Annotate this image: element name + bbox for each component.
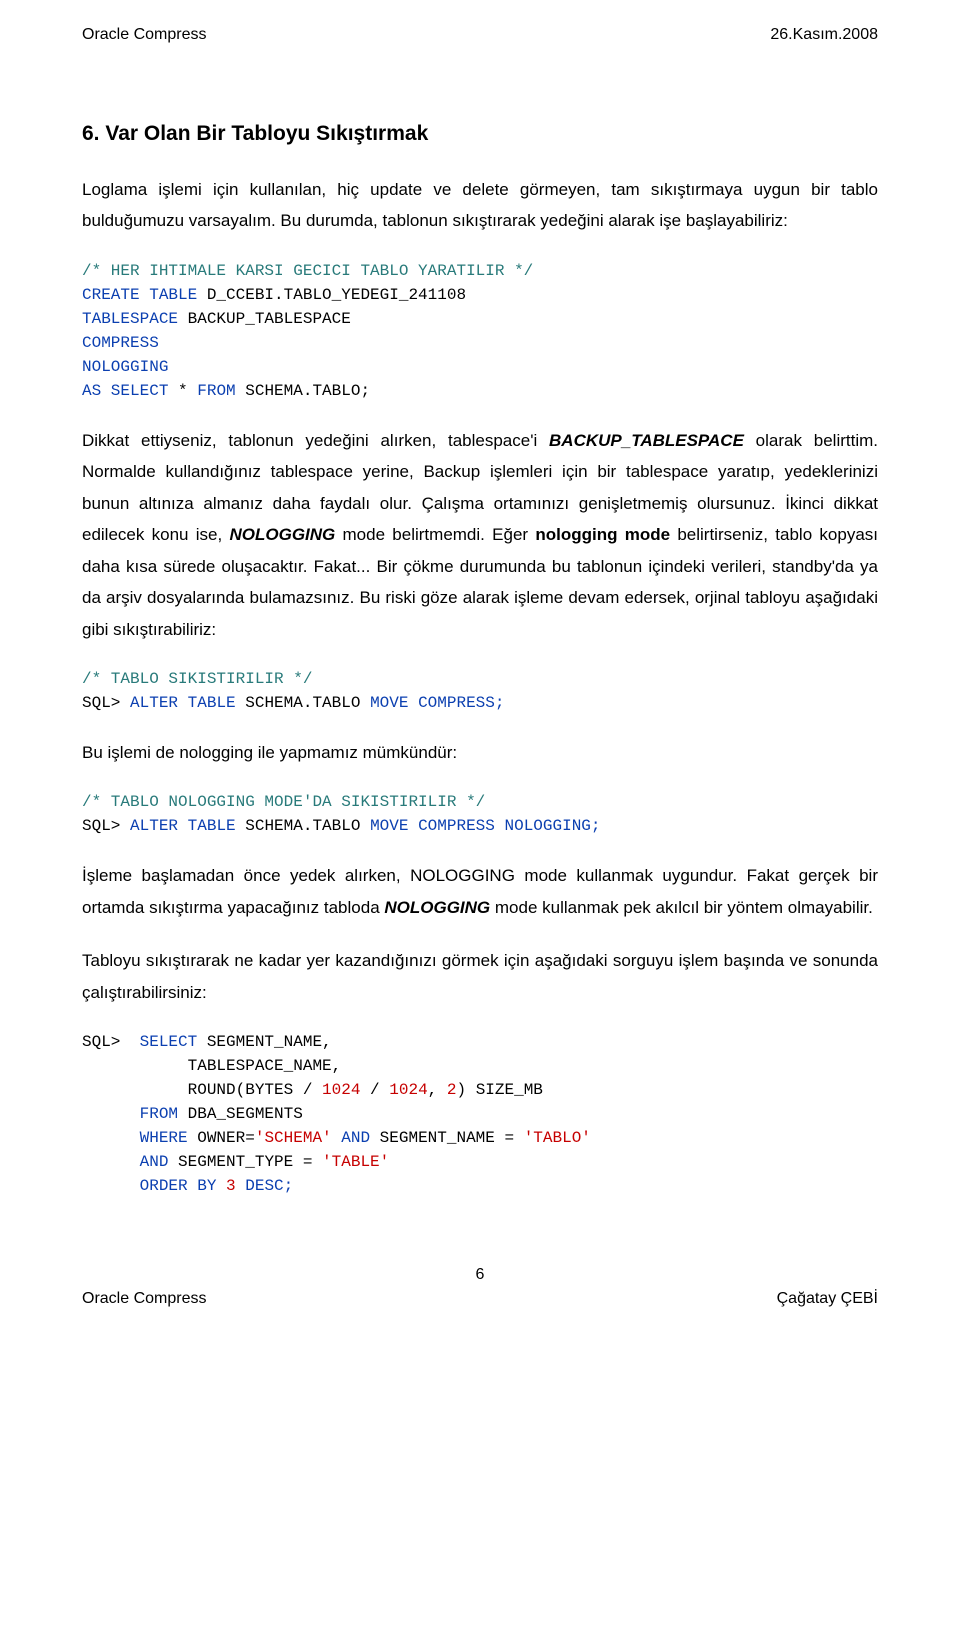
code-str: 'TABLE' <box>322 1153 389 1171</box>
code-text: D_CCEBI.TABLO_YEDEGI_241108 <box>197 286 466 304</box>
code-kw: COMPRESS; <box>408 694 504 712</box>
code-text: TABLESPACE_NAME, <box>82 1057 341 1075</box>
code-kw: AS <box>82 382 101 400</box>
footer-left: Oracle Compress <box>82 1290 206 1308</box>
code-num: 3 <box>216 1177 235 1195</box>
code-block-1: /* HER IHTIMALE KARSI GECICI TABLO YARAT… <box>82 259 878 403</box>
bold-term: NOLOGGING <box>384 898 490 917</box>
paragraph-5: Tabloyu sıkıştırarak ne kadar yer kazand… <box>82 945 878 1008</box>
code-text: / <box>360 1081 389 1099</box>
code-kw: TABLE <box>178 817 236 835</box>
paragraph-2: Dikkat ettiyseniz, tablonun yedeğini alı… <box>82 425 878 645</box>
code-kw: COMPRESS <box>408 817 494 835</box>
code-text: SQL> <box>82 1033 140 1051</box>
page-header: Oracle Compress 26.Kasım.2008 <box>82 26 878 44</box>
code-text: ) SIZE_MB <box>456 1081 542 1099</box>
code-text: SEGMENT_NAME, <box>197 1033 331 1051</box>
code-text: ROUND(BYTES / <box>82 1081 322 1099</box>
code-text: SEGMENT_NAME = <box>370 1129 524 1147</box>
bold-term: BACKUP_TABLESPACE <box>549 431 744 450</box>
paragraph-1: Loglama işlemi için kullanılan, hiç upda… <box>82 174 878 237</box>
code-text: SQL> <box>82 817 130 835</box>
header-right: 26.Kasım.2008 <box>770 26 878 44</box>
code-kw: CREATE <box>82 286 140 304</box>
text: mode kullanmak pek akılcıl bir yöntem ol… <box>490 898 873 917</box>
code-kw: TABLE <box>178 694 236 712</box>
code-block-4: SQL> SELECT SEGMENT_NAME, TABLESPACE_NAM… <box>82 1030 878 1198</box>
code-kw: NOLOGGING <box>82 358 168 376</box>
footer-right: Çağatay ÇEBİ <box>777 1290 878 1308</box>
code-kw: TABLE <box>140 286 198 304</box>
code-num: 1024 <box>322 1081 360 1099</box>
code-text: SCHEMA.TABLO <box>236 817 370 835</box>
code-text: , <box>428 1081 447 1099</box>
code-text: DBA_SEGMENTS <box>178 1105 303 1123</box>
code-str: 'TABLO' <box>524 1129 591 1147</box>
header-left: Oracle Compress <box>82 26 206 44</box>
code-kw: ORDER <box>82 1177 188 1195</box>
code-kw: ALTER <box>130 694 178 712</box>
code-kw: COMPRESS <box>82 334 159 352</box>
code-kw: MOVE <box>370 817 408 835</box>
code-kw: SELECT <box>140 1033 198 1051</box>
code-kw: NOLOGGING; <box>495 817 601 835</box>
paragraph-3: Bu işlemi de nologging ile yapmamız mümk… <box>82 737 878 768</box>
code-text: SEGMENT_TYPE = <box>168 1153 322 1171</box>
paragraph-4: İşleme başlamadan önce yedek alırken, NO… <box>82 860 878 923</box>
code-kw: FROM <box>82 1105 178 1123</box>
code-text: SCHEMA.TABLO; <box>236 382 370 400</box>
page-number: 6 <box>82 1266 878 1284</box>
text: mode belirtmemdi. Eğer <box>335 525 535 544</box>
code-kw: AND <box>82 1153 168 1171</box>
code-text: OWNER= <box>188 1129 255 1147</box>
bold-term: NOLOGGING <box>229 525 335 544</box>
code-kw: MOVE <box>370 694 408 712</box>
code-text: BACKUP_TABLESPACE <box>178 310 351 328</box>
code-kw: WHERE <box>82 1129 188 1147</box>
page-footer: Oracle Compress Çağatay ÇEBİ <box>82 1290 878 1308</box>
code-kw: BY <box>188 1177 217 1195</box>
code-kw: TABLESPACE <box>82 310 178 328</box>
code-comment: /* TABLO NOLOGGING MODE'DA SIKISTIRILIR … <box>82 793 485 811</box>
code-comment: /* HER IHTIMALE KARSI GECICI TABLO YARAT… <box>82 262 533 280</box>
code-text: SQL> <box>82 694 130 712</box>
code-kw: DESC; <box>236 1177 294 1195</box>
bold-term: nologging mode <box>535 525 670 544</box>
text: Dikkat ettiyseniz, tablonun yedeğini alı… <box>82 431 549 450</box>
code-kw: SELECT <box>101 382 168 400</box>
code-kw: AND <box>332 1129 370 1147</box>
code-block-2: /* TABLO SIKISTIRILIR */ SQL> ALTER TABL… <box>82 667 878 715</box>
code-block-3: /* TABLO NOLOGGING MODE'DA SIKISTIRILIR … <box>82 790 878 838</box>
code-text: SCHEMA.TABLO <box>236 694 370 712</box>
code-str: 'SCHEMA' <box>255 1129 332 1147</box>
code-kw: ALTER <box>130 817 178 835</box>
code-num: 1024 <box>389 1081 427 1099</box>
section-heading: 6. Var Olan Bir Tabloyu Sıkıştırmak <box>82 122 878 146</box>
code-comment: /* TABLO SIKISTIRILIR */ <box>82 670 312 688</box>
code-text: * <box>168 382 197 400</box>
code-kw: FROM <box>197 382 235 400</box>
